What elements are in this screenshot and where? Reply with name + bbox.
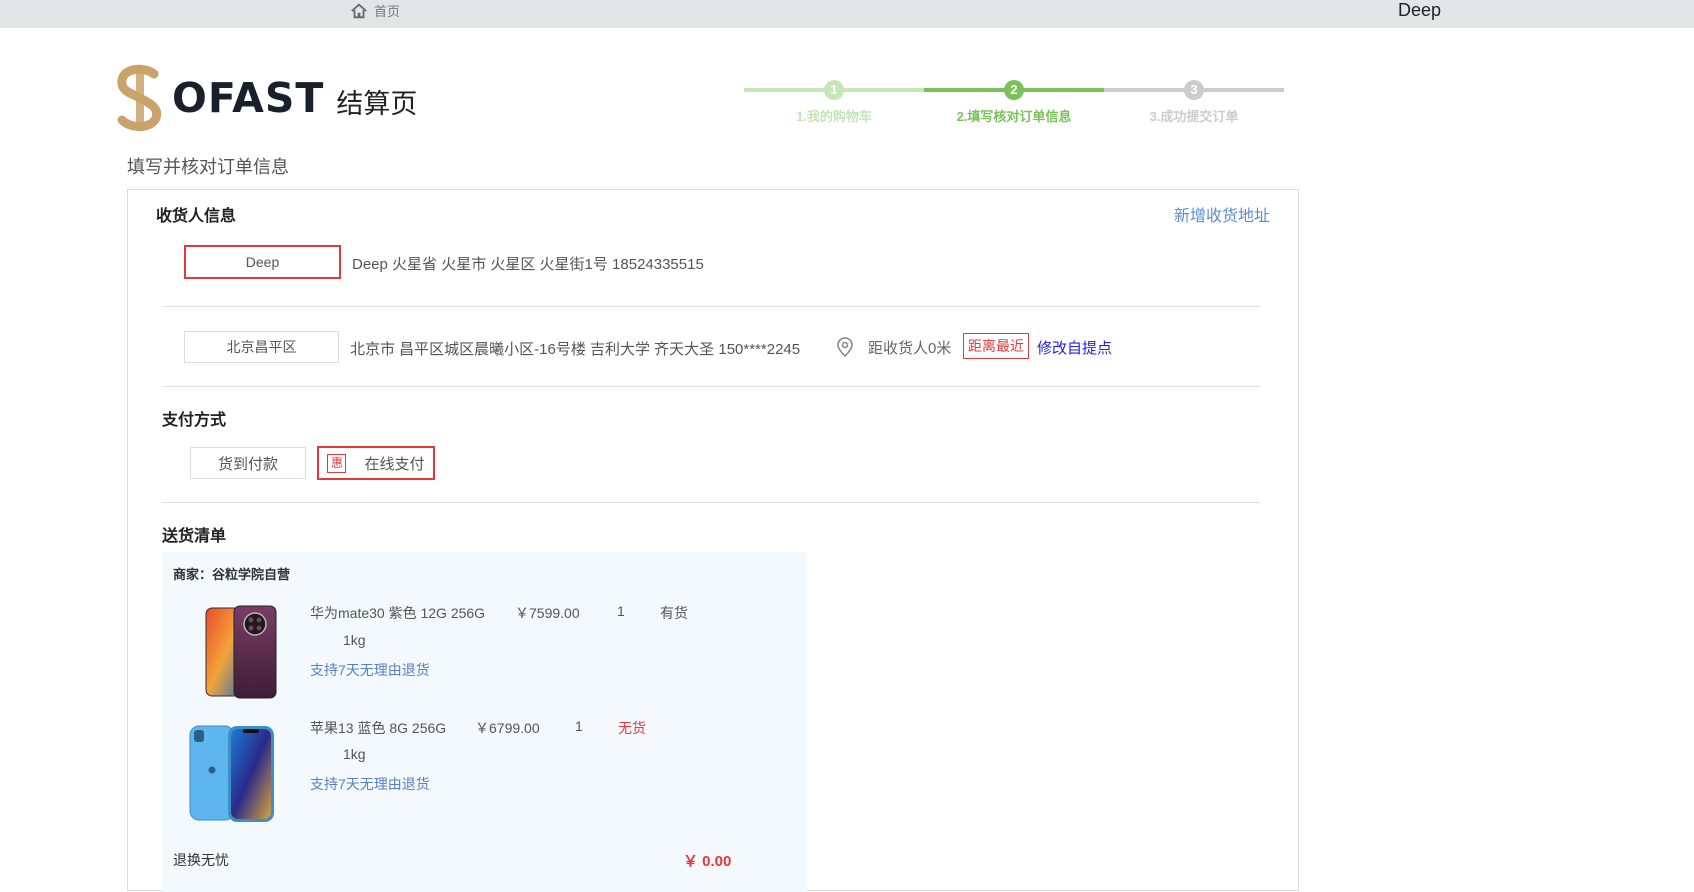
step-3-circle: 3 [1184,80,1204,100]
home-label: 首页 [374,4,401,19]
online-payment-label: 在线支付 [364,455,425,473]
checkout-progress: 1 2 3 1.我的购物车 2.填写核对订单信息 3.成功提交订单 [744,80,1284,130]
logo-mark-icon [117,64,162,131]
site-logo[interactable]: OFAST 结算页 [114,64,417,132]
payment-section-title: 支付方式 [162,412,227,429]
pickup-distance: 距收货人0米 [868,340,952,357]
divider [162,306,1260,307]
step-2-circle: 2 [1004,80,1024,100]
cod-payment-button[interactable]: 货到付款 [190,447,306,479]
product-quantity: 1 [575,718,583,734]
step-3-label: 3.成功提交订单 [1149,109,1239,124]
stock-status: 有货 [660,605,688,621]
product-name[interactable]: 华为mate30 紫色 12G 256G [310,603,485,623]
product-price: ￥7599.00 [515,605,580,621]
nearest-badge: 距离最近 [963,333,1029,359]
step-1-circle: 1 [824,80,844,100]
stock-status: 无货 [618,720,646,736]
modify-pickup-link[interactable]: 修改自提点 [1037,337,1112,358]
return-policy-link[interactable]: 支持7天无理由退货 [310,774,430,794]
location-pin-icon [837,337,853,357]
product-name[interactable]: 苹果13 蓝色 8G 256G [310,718,446,738]
worry-free-return-price: ￥ 0.00 [683,853,732,870]
step-2-label: 2.填写核对订单信息 [956,109,1072,124]
home-icon [351,3,367,18]
step-1-label: 1.我的购物车 [796,109,872,124]
cod-payment-label: 货到付款 [217,455,278,473]
product-weight: 1kg [343,746,366,762]
divider [162,502,1260,503]
receiver-address: Deep 火星省 火星市 火星区 火星街1号 18524335515 [352,256,704,273]
page-title: 填写并核对订单信息 [127,157,289,177]
huawei-phone-image[interactable] [204,604,278,700]
delivery-list: 商家：谷粒学院自营 华为mate30 紫色 12G 256G ￥7599.00 … [162,552,807,892]
user-name-link[interactable]: Deep [1398,0,1441,21]
pickup-address: 北京市 昌平区城区晨曦小区-16号楼 吉利大学 齐天大圣 150****2245 [350,341,801,358]
receiver-name-button[interactable]: Deep [184,245,341,279]
receiver-section-title: 收货人信息 [156,208,237,225]
worry-free-return-label: 退换无忧 [173,852,229,868]
add-address-link[interactable]: 新增收货地址 [1174,202,1270,226]
top-bar: 首页 Deep [0,0,1694,28]
logo-text: OFAST [172,74,325,122]
discount-badge: 惠 [327,453,347,473]
page-subtitle: 结算页 [336,88,418,119]
iphone-image[interactable] [188,724,278,824]
delivery-section-title: 送货清单 [162,528,227,545]
merchant-label: 商家：谷粒学院自营 [173,567,291,582]
product-weight: 1kg [343,632,366,648]
return-policy-link[interactable]: 支持7天无理由退货 [310,660,430,680]
home-link[interactable]: 首页 [350,1,400,20]
product-price: ￥6799.00 [475,720,540,736]
divider [162,386,1260,387]
pickup-point-button[interactable]: 北京昌平区 [184,331,339,363]
online-payment-button[interactable]: 惠 在线支付 [317,446,435,480]
product-quantity: 1 [617,603,625,619]
